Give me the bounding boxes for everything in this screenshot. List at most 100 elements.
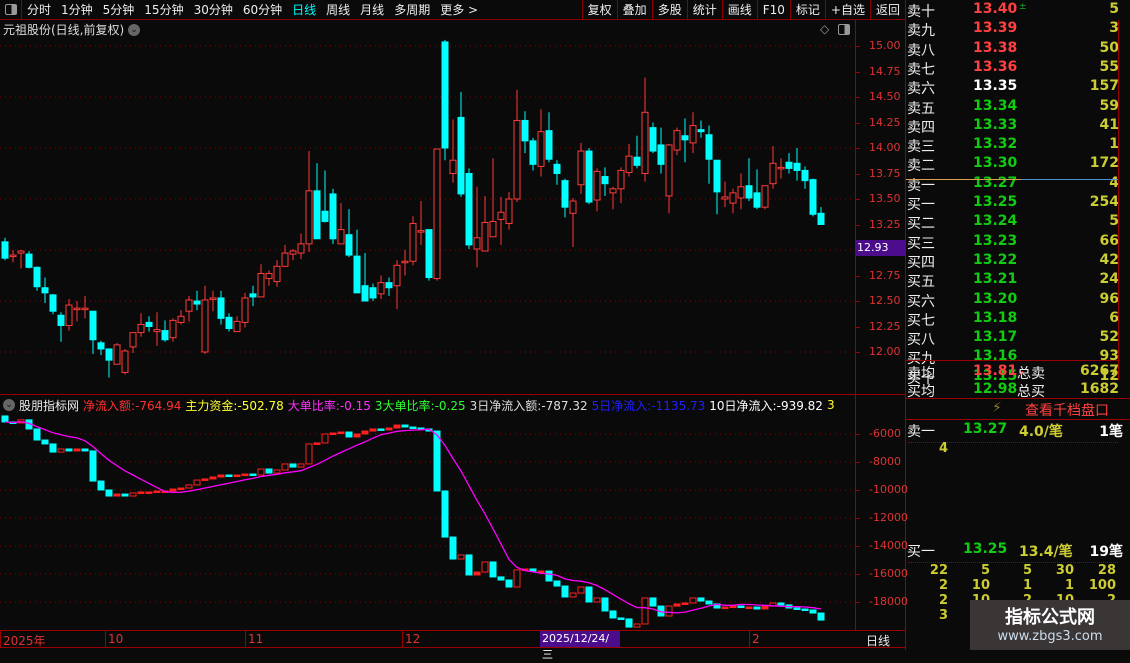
indicator-bar <box>705 600 713 605</box>
toolbar-button-1[interactable]: 叠加 <box>616 0 652 20</box>
orderbook-row[interactable]: 买八 13.17 52 <box>907 329 1119 348</box>
diamond-icon[interactable]: ◇ <box>820 22 829 36</box>
indicator-item: 3大单比率:-0.25 <box>375 397 466 414</box>
candle <box>657 127 665 174</box>
orderbook-row[interactable]: 买五 13.21 24 <box>907 271 1119 290</box>
indicator-bar <box>801 608 809 611</box>
indicator-bar <box>73 448 81 452</box>
candle <box>409 216 417 266</box>
toolbar-button-3[interactable]: 统计 <box>686 0 722 20</box>
toolbar-button-5[interactable]: F10 <box>756 0 790 20</box>
toolbar-button-4[interactable]: 画线 <box>721 0 757 20</box>
orderbook-row[interactable]: 卖四 13.33 41 <box>907 117 1119 136</box>
panel-icon <box>4 4 17 15</box>
tab-period-1[interactable]: 1分钟 <box>56 1 98 18</box>
toolbar-button-8[interactable]: 返回 <box>869 0 905 20</box>
candle <box>689 112 697 154</box>
axis-tick <box>855 97 860 98</box>
watermark: 指标公式网 www.zbgs3.com <box>970 600 1130 650</box>
orderbook-row[interactable]: 买七 13.18 6 <box>907 310 1119 329</box>
tab-period-4[interactable]: 30分钟 <box>189 1 238 18</box>
order-size: 1 <box>1064 578 1074 593</box>
orderbook-row[interactable]: 卖二 13.30 172 <box>907 155 1119 174</box>
level-volume: 96 <box>1099 290 1119 307</box>
tab-period-8[interactable]: 月线 <box>355 1 389 18</box>
price-candlestick-chart[interactable] <box>0 38 855 395</box>
order-size: 5 <box>1022 563 1032 578</box>
period-label[interactable]: 日线 <box>866 632 890 649</box>
indicator-label: 5日净流入: <box>591 398 652 413</box>
indicator-bar <box>433 430 441 492</box>
candle <box>601 167 609 196</box>
indicator-label: 3 <box>826 398 835 412</box>
cursor-price-tag: 12.93 <box>855 240 905 256</box>
period-tabs: 分时 1分钟 5分钟 15分钟 30分钟 60分钟 日线 周线 月线 多周期 更多 > <box>22 1 483 18</box>
candle <box>673 127 681 156</box>
candle <box>377 275 385 299</box>
candle <box>553 160 561 185</box>
toolbar-button-2[interactable]: 多股 <box>651 0 687 20</box>
indicator-bar <box>313 442 321 445</box>
orderbook-row[interactable]: 买三 13.23 66 <box>907 233 1119 252</box>
indicator-label: 10日净流入: <box>709 398 777 413</box>
tab-period-7[interactable]: 周线 <box>321 1 355 18</box>
candle <box>497 196 505 245</box>
order-size: 100 <box>1088 578 1116 593</box>
orderbook-row[interactable]: 卖十 13.40 5 ± <box>907 1 1119 20</box>
toolbar-button-0[interactable]: 复权 <box>581 0 617 20</box>
indicator-label: 主力资金: <box>185 398 238 413</box>
candle <box>217 290 225 325</box>
candle <box>697 120 705 138</box>
tab-period-10[interactable]: 更多 > <box>435 1 483 18</box>
indicator-axis-label: -16000 <box>869 567 908 580</box>
chevron-down-icon[interactable]: ⌄ <box>3 399 15 411</box>
indicator-item: 5日净流入:-1135.73 <box>592 397 706 414</box>
tab-period-6[interactable]: 日线 <box>287 1 321 18</box>
orderbook-row[interactable]: 买六 13.20 96 <box>907 291 1119 310</box>
orderbook-row[interactable]: 卖一 13.27 4 <box>907 175 1119 194</box>
indicator-bar <box>49 443 57 453</box>
tab-period-5[interactable]: 60分钟 <box>238 1 287 18</box>
watermark-url: www.zbgs3.com <box>997 629 1103 644</box>
level-label: 买二 <box>907 216 935 233</box>
cursor-date-tag: 2025/12/24/三 <box>540 631 620 661</box>
orderbook-row[interactable]: 卖五 13.34 59 <box>907 98 1119 117</box>
candle <box>425 229 433 281</box>
indicator-bar <box>209 476 217 480</box>
level-price: 13.24 <box>973 213 1018 230</box>
indicator-bar <box>1 415 9 423</box>
panel-toggle-button[interactable] <box>0 0 22 20</box>
candle <box>49 293 57 315</box>
tab-period-3[interactable]: 15分钟 <box>139 1 188 18</box>
stock-title[interactable]: 元祖股份(日线,前复权) ⌄ <box>3 21 141 38</box>
kilo-orderbook-link[interactable]: 查看千档盘口 <box>1025 400 1109 420</box>
indicator-chart[interactable] <box>0 414 855 630</box>
indicator-name[interactable]: 股朋指标网 <box>19 397 79 414</box>
orderbook-row[interactable]: 买一 13.25 254 <box>907 194 1119 213</box>
orderbook-row[interactable]: 卖七 13.36 55 <box>907 59 1119 78</box>
orderbook-row[interactable]: 买四 13.22 42 <box>907 252 1119 271</box>
orderbook-row[interactable]: 买二 13.24 5 <box>907 213 1119 232</box>
tab-period-0[interactable]: 分时 <box>22 1 56 18</box>
panel-icon[interactable] <box>838 24 850 35</box>
tab-period-9[interactable]: 多周期 <box>389 1 435 18</box>
candle <box>705 125 713 184</box>
chevron-down-icon[interactable]: ⌄ <box>128 23 141 36</box>
candle <box>457 91 465 197</box>
level-label: 卖六 <box>907 81 935 98</box>
candle <box>57 312 65 342</box>
toolbar-button-7[interactable]: +自选 <box>824 0 870 20</box>
candle <box>537 109 545 177</box>
indicator-item: 3 <box>827 398 835 412</box>
orderbook-row[interactable]: 卖九 13.39 3 <box>907 20 1119 39</box>
toolbar-button-6[interactable]: 标记 <box>789 0 825 20</box>
orderbook-row[interactable]: 卖六 13.35 157 <box>907 78 1119 97</box>
tab-period-2[interactable]: 5分钟 <box>98 1 140 18</box>
indicator-item: 10日净流入:-939.82 <box>709 397 823 414</box>
candle <box>1 237 9 261</box>
orderbook-row[interactable]: 卖八 13.38 50 <box>907 40 1119 59</box>
orderbook-row[interactable]: 卖三 13.32 1 <box>907 136 1119 155</box>
candle <box>633 135 641 169</box>
candle <box>681 118 689 163</box>
indicator-bar <box>145 491 153 494</box>
